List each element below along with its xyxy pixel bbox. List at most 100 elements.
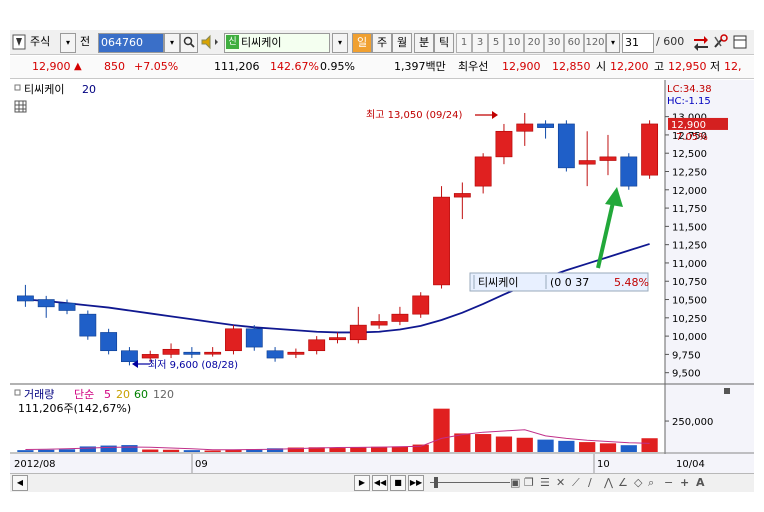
zoom-out-icon[interactable]: −: [664, 476, 673, 489]
hover-tooltip: 티씨케이 (0 0 37 5.48%: [469, 272, 649, 292]
fibonacci-icon[interactable]: ⋀: [604, 476, 613, 489]
candle-body: [162, 348, 180, 355]
chart-type-icon[interactable]: ▣: [510, 476, 520, 489]
volume-bar: [142, 449, 159, 452]
speaker-icon[interactable]: [200, 33, 222, 51]
interval-1-button[interactable]: 1: [456, 33, 472, 53]
grid-icon[interactable]: [14, 100, 27, 113]
quote-info-bar: 12,900 ▲ 850 +7.05% 111,206 142.67% 0.95…: [10, 56, 754, 79]
volume-bar: [454, 433, 471, 452]
drawing-icon[interactable]: ∕: [588, 476, 592, 489]
price-volume-chart[interactable]: 티씨케이 20 LC:34.38 HC:-1.15 13,00012,75012…: [10, 80, 754, 473]
candle-body: [79, 313, 97, 337]
volume-bar: [121, 445, 138, 452]
settings-icon[interactable]: ☰: [540, 476, 550, 489]
y-tick-label: 11,750: [672, 204, 707, 215]
high-label: 고: [654, 60, 665, 73]
stock-name-field[interactable]: 신 티씨케이: [224, 33, 330, 53]
open-label: 시: [596, 60, 607, 73]
volume-bar: [558, 440, 575, 452]
volume-ratio: 142.67%: [270, 60, 319, 73]
volume-legend-120: 120: [153, 388, 174, 401]
priority-label: 최우선: [458, 60, 489, 73]
period-minute-button[interactable]: 분: [414, 33, 434, 53]
pin-icon[interactable]: [12, 33, 26, 51]
arrows-icon[interactable]: [692, 33, 710, 51]
angle-icon[interactable]: ∠: [618, 476, 628, 489]
ask-price: 12,900: [502, 60, 541, 73]
name-dropdown-button[interactable]: ▾: [332, 33, 348, 53]
window-icon[interactable]: [732, 33, 748, 51]
period-tick-button[interactable]: 틱: [434, 33, 454, 53]
volume-bar: [204, 450, 221, 452]
market-label: 주식: [30, 35, 51, 48]
candle-body: [266, 350, 284, 359]
y-tick-label: 9,500: [672, 369, 701, 380]
candle-body: [16, 295, 34, 302]
price-change-pct: +7.05%: [134, 60, 179, 73]
candle-body: [370, 321, 388, 326]
period-weekly-button[interactable]: 주: [372, 33, 392, 53]
forward-button[interactable]: ▶▶: [408, 475, 424, 491]
interval-3-button[interactable]: 3: [472, 33, 488, 53]
x-label-09: 09: [195, 459, 208, 470]
period-daily-button[interactable]: 일: [352, 33, 372, 53]
last-price-tag-text: 12,900: [671, 120, 706, 131]
volume-bar: [183, 450, 200, 452]
trendline-icon[interactable]: ⟋: [572, 476, 580, 490]
stop-button[interactable]: ■: [390, 475, 406, 491]
count-input[interactable]: 31: [622, 33, 654, 53]
volume-bar: [620, 445, 637, 452]
text-tool-button[interactable]: A: [696, 476, 705, 489]
interval-30-button[interactable]: 30: [544, 33, 564, 53]
pattern-icon[interactable]: ◇: [634, 476, 642, 489]
candle-body: [641, 123, 659, 176]
candle-body: [391, 313, 409, 322]
volume-bar: [38, 449, 55, 452]
candle-body: [225, 328, 242, 352]
candle-body: [245, 328, 263, 348]
candle-body: [495, 130, 513, 158]
interval-10-button[interactable]: 10: [504, 33, 524, 53]
y-tick-label: 11,500: [672, 222, 707, 233]
volume-current: 111,206주(142,67%): [18, 402, 131, 415]
candle-body: [537, 123, 554, 128]
tools-icon[interactable]: [712, 33, 730, 51]
period-monthly-button[interactable]: 월: [392, 33, 412, 53]
volume-bar: [433, 408, 450, 452]
crosshair-icon[interactable]: ✕: [556, 476, 565, 489]
chart-area[interactable]: 티씨케이 20 LC:34.38 HC:-1.15 13,00012,75012…: [10, 80, 754, 490]
interval-20-button[interactable]: 20: [524, 33, 544, 53]
lc-label: LC:34.38: [667, 84, 712, 95]
stock-code-input[interactable]: 064760: [98, 33, 164, 53]
volume-panel-menu-icon[interactable]: [724, 388, 730, 394]
y-tick-label: 11,000: [672, 259, 707, 270]
x-label-10-04: 10/04: [676, 459, 705, 470]
interval-dropdown-button[interactable]: ▾: [606, 33, 620, 53]
zoom-slider-handle[interactable]: [434, 477, 438, 488]
candle-body: [578, 160, 596, 165]
rewind-button[interactable]: ◀◀: [372, 475, 388, 491]
last-price-pct: 7.05%: [676, 132, 708, 143]
search-icon[interactable]: [180, 33, 198, 53]
open-price: 12,200: [610, 60, 649, 73]
zoom-icon[interactable]: ⌕: [648, 476, 654, 490]
zoom-in-icon[interactable]: +: [680, 476, 689, 489]
zoom-slider-track[interactable]: [430, 482, 510, 483]
scroll-right-end-button[interactable]: ▶: [354, 475, 370, 491]
code-dropdown-button[interactable]: ▾: [164, 33, 180, 53]
volume-bar: [579, 442, 596, 452]
high-price: 12,950: [668, 60, 707, 73]
copy-icon[interactable]: ❐: [524, 476, 534, 489]
interval-60-button[interactable]: 60: [564, 33, 584, 53]
hc-label: HC:-1.15: [667, 96, 711, 107]
volume-bar: [475, 434, 492, 452]
candle-body: [557, 123, 575, 169]
interval-120-button[interactable]: 120: [584, 33, 606, 53]
market-dropdown-button[interactable]: ▾: [60, 33, 76, 53]
scroll-left-button[interactable]: ◀: [12, 475, 28, 491]
high-annotation: 최고 13,050 (09/24): [366, 109, 462, 121]
interval-5-button[interactable]: 5: [488, 33, 504, 53]
candle-body: [474, 156, 492, 187]
volume-bar: [495, 436, 513, 452]
